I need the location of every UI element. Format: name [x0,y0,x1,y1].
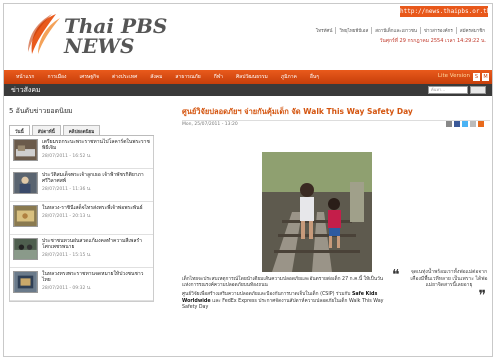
facebook-icon[interactable] [454,121,460,127]
article-text: และ FedEx Express ประกาศจัดงานสัปดาห์ควา… [182,298,384,310]
print-icon[interactable] [446,121,452,127]
news-date: 28/07/2011 - 09:32 น. [42,286,92,291]
top-link[interactable]: โทรทัศน์ [316,27,337,34]
share-plus-icon[interactable] [478,121,484,127]
open-quote-icon: ❝ [392,267,400,283]
section-bar: ข่าวสังคม ค้นหา... [4,84,492,96]
email-icon[interactable] [470,121,476,127]
logo-feather-icon [28,14,60,54]
news-title[interactable]: เตรียมรถกระบะพระราชทานไปโลคาร์ตในพระราชพ… [42,139,150,151]
current-date: วันศุกร์ที่ 29 กรกฎาคม 2554 เวลา 14:29:2… [379,38,486,44]
news-date: 28/07/2011 - 11:36 น. [42,187,92,192]
quote-text: จุดเนทุ่งน้ำพร้อมเราทั้งพ่อแม่ต่อจากเคือ… [410,269,488,289]
font-size-small-button[interactable]: S [473,73,480,81]
top-links: โทรทัศน์ วิทยุไทยพีบีเอส สถานีเด็กและเยา… [316,27,488,34]
nav-item[interactable]: หน้าแรก [16,73,34,81]
news-date: 28/07/2011 - 20:13 น. [42,214,92,219]
article-paragraph: ศูนย์วิจัยเพื่อสร้างเสริมความปลอดภัยและป… [182,292,387,311]
news-title[interactable]: ในหลวง-ราชินีเสด็จไทรส่งพระพี่เจ้าพ่อพระ… [42,205,150,211]
top-link[interactable]: วิทยุไทยพีบีเอส [339,27,373,34]
nav-item[interactable]: การเมือง [47,73,66,81]
section-title: ข่าวสังคม [11,86,41,94]
nav-item[interactable]: อื่นๆ [310,73,319,81]
logo-line2: NEWS [64,34,135,58]
logo-line1: Thai PBS [64,14,168,38]
browser-page: Thai PBS NEWS http://news.thaipbs.or.th … [3,3,493,357]
share-buttons [446,121,484,127]
search-input[interactable]: ค้นหา... [428,86,468,94]
nav-item[interactable]: สังคม [150,73,162,81]
news-title[interactable]: ประวัติสมเด็จพระเจ้าลูกเธอ เจ้าฟ้าพัชรกิ… [42,172,150,184]
nav-item[interactable]: เศรษฐกิจ [79,73,99,81]
article-date: Mon, 25/07/2011 - 13:20 [182,122,238,127]
list-item[interactable]: ประวัติสมเด็จพระเจ้าลูกเธอ เจ้าฟ้าพัชรกิ… [10,169,153,202]
popular-news-panel: 5 อันดับข่าวยอดนิยม วันนี้ สัปดาห์นี้ คล… [9,106,154,302]
nav-item[interactable]: ต่างประเทศ [112,73,137,81]
pull-quote: ❝ จุดเนทุ่งน้ำพร้อมเราทั้งพ่อแม่ต่อจากเค… [392,268,488,303]
top-link[interactable]: สมัครสมาชิก [460,27,488,34]
site-header: Thai PBS NEWS http://news.thaipbs.or.th … [4,4,492,64]
nav-item[interactable]: กีฬา [214,73,223,81]
tab-this-week[interactable]: สัปดาห์นี้ [31,125,61,135]
news-date: 28/07/2011 - 16:52 น. [42,154,92,159]
font-size-medium-button[interactable]: M [482,73,489,81]
article-text: ศูนย์วิจัยเพื่อสร้างเสริมความปลอดภัยและป… [182,292,351,298]
news-thumbnail[interactable] [13,139,38,161]
tab-popular-clips[interactable]: คลิปยอดนิยม [62,125,101,135]
news-title[interactable]: ประชาชนทวนฝนสวดแก้มงคลทำความสีเพลรำโศกเพ… [42,238,150,250]
article-photo[interactable] [262,152,372,272]
list-item[interactable]: ในหลวง-ราชินีเสด็จไทรส่งพระพี่เจ้าพ่อพระ… [10,202,153,235]
title-divider [182,120,490,121]
article: ศูนย์วิจัยปลอดภัยฯ จ่ายกันคุ้มเด็ก จัด W… [182,106,490,310]
tab-today[interactable]: วันนี้ [9,125,30,135]
main-nav: หน้าแรก การเมือง เศรษฐกิจ ต่างประเทศ สัง… [4,70,492,84]
list-item[interactable]: ในหลวงทรงพระราชทานจดหมายให้ปวงชนชาวไทย 28… [10,268,153,301]
news-title[interactable]: ในหลวงทรงพระราชทานจดหมายให้ปวงชนชาวไทย [42,271,150,283]
popular-title: 5 อันดับข่าวยอดนิยม [9,107,73,115]
news-thumbnail[interactable] [13,238,38,260]
nav-item[interactable]: ภูมิภาค [281,73,297,81]
site-logo[interactable]: Thai PBS NEWS [64,16,167,56]
list-item[interactable]: เตรียมรถกระบะพระราชทานไปโลคาร์ตในพระราชพ… [10,136,153,169]
popular-tabs: วันนี้ สัปดาห์นี้ คลิปยอดนิยม [9,125,154,136]
news-date: 28/07/2011 - 15:15 น. [42,253,92,258]
top-link[interactable]: ข่าวสารองค์กร [424,27,457,34]
article-body: เด็กไทยจะประสบเหตุการณ์โดยนำเตียมเส้นควา… [182,277,387,311]
nav-item[interactable]: ศิลปวัฒนธรรม [236,73,268,81]
close-quote-icon: ❞ [478,287,486,304]
top-link[interactable]: สถานีเด็กและเยาวชน [375,27,421,34]
search-button[interactable] [470,86,486,94]
news-thumbnail[interactable] [13,172,38,194]
list-item[interactable]: ประชาชนทวนฝนสวดแก้มงคลทำความสีเพลรำโศกเพ… [10,235,153,268]
lite-version-link[interactable]: Lite Version [438,73,470,79]
news-thumbnail[interactable] [13,205,38,227]
popular-list: เตรียมรถกระบะพระราชทานไปโลคาร์ตในพระราชพ… [9,136,154,302]
article-title: ศูนย์วิจัยปลอดภัยฯ จ่ายกันคุ้มเด็ก จัด W… [182,107,413,116]
article-paragraph: เด็กไทยจะประสบเหตุการณ์โดยนำเตียมเส้นควา… [182,277,384,289]
news-thumbnail[interactable] [13,271,38,293]
site-url[interactable]: http://news.thaipbs.or.th [400,6,490,17]
nav-item[interactable]: สาธารณภัย [175,73,200,81]
twitter-icon[interactable] [462,121,468,127]
